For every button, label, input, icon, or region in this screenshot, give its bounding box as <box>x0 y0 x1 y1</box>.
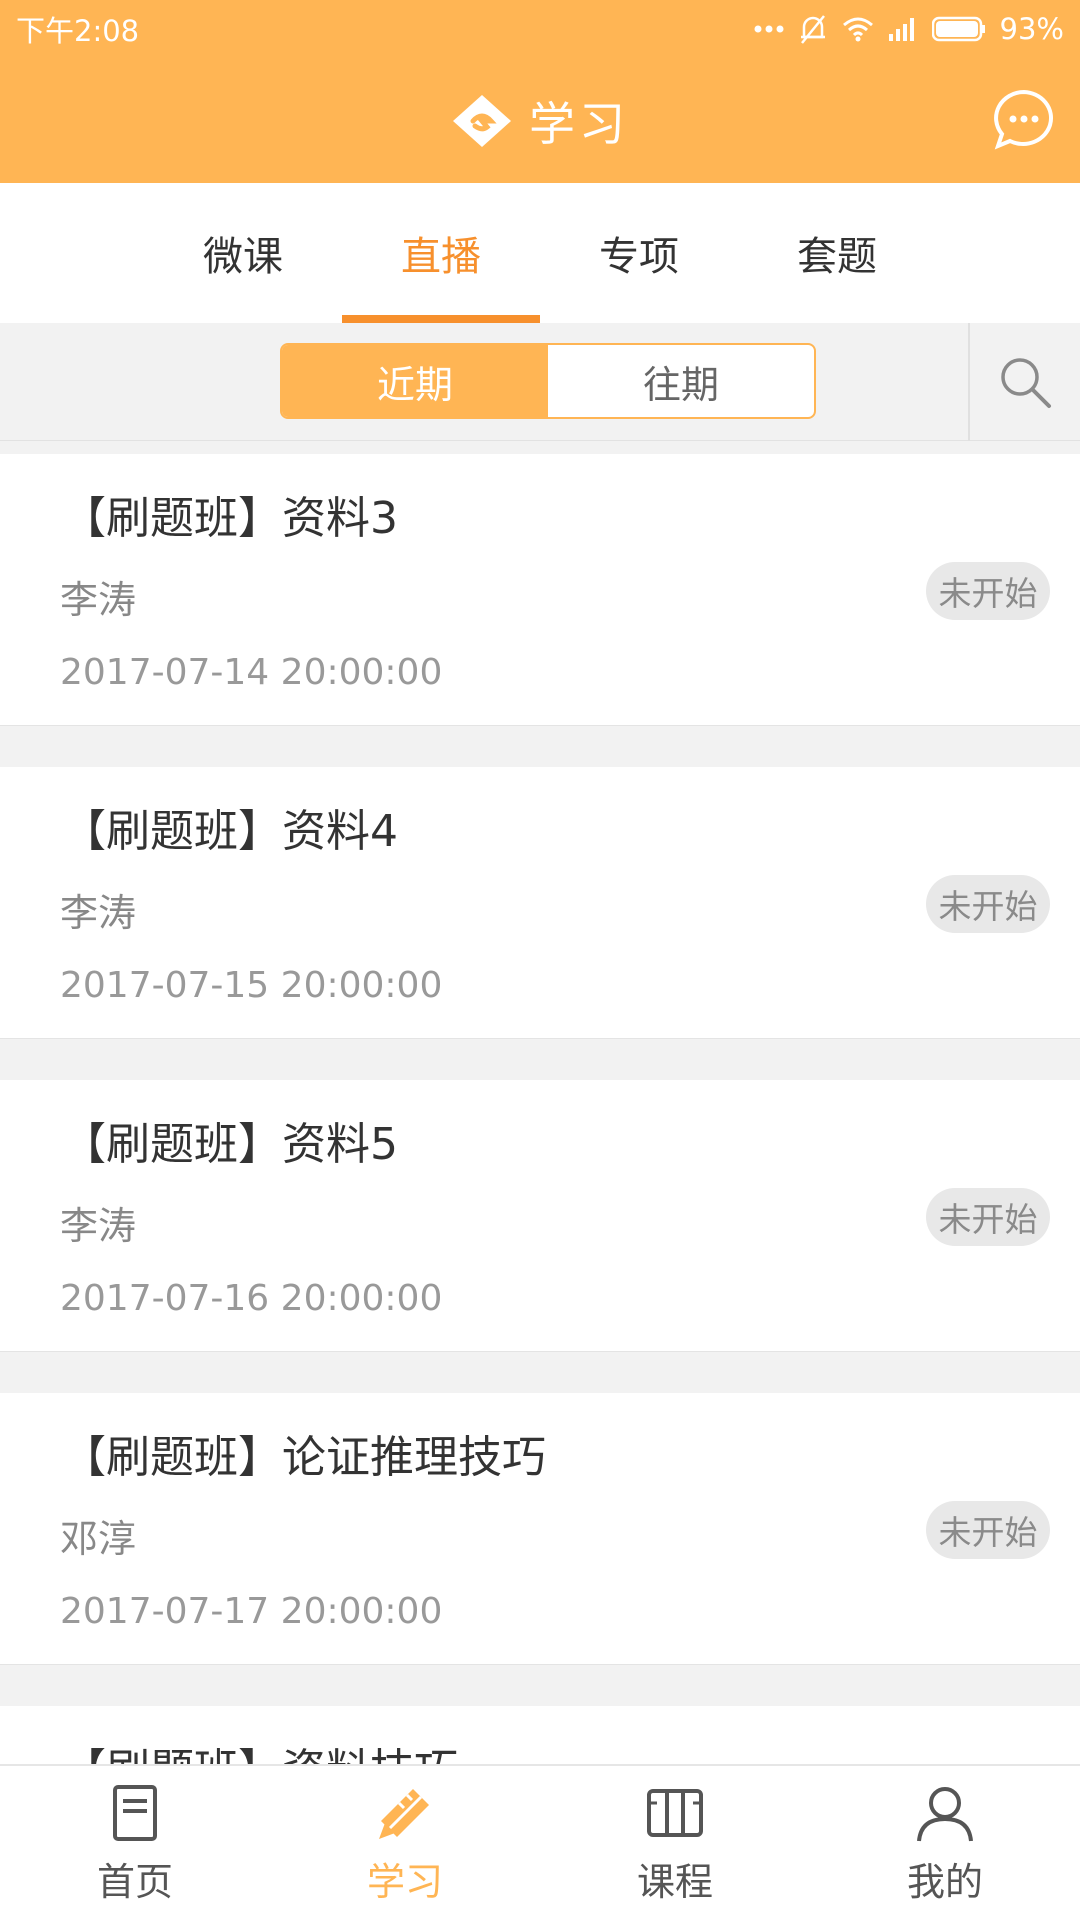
pencil-ruler-icon <box>379 1788 429 1839</box>
course-teacher: 李涛 <box>60 1204 137 1248</box>
course-time: 2017-07-16 20:00:00 <box>60 1278 443 1319</box>
book-icon <box>647 1788 703 1837</box>
search-icon <box>1001 358 1051 408</box>
wifi-icon <box>842 17 873 42</box>
bottom-nav: 首页 学习 课程 我的 <box>0 1764 1080 1920</box>
course-title: 【刷题班】资料技巧 <box>62 1734 458 1764</box>
filter-bar: 近期 往期 <box>0 323 1080 441</box>
nav-label: 课程 <box>636 1859 713 1904</box>
signal-icon <box>888 18 914 41</box>
course-time: 2017-07-17 20:00:00 <box>60 1591 443 1632</box>
status-time: 下午2:08 <box>16 14 140 48</box>
nav-study[interactable]: 学习 <box>270 1766 540 1920</box>
status-badge: 未开始 <box>926 562 1050 620</box>
course-teacher: 李涛 <box>60 578 137 622</box>
battery-percent: 93% <box>999 12 1064 46</box>
list-item[interactable]: 【刷题班】资料5 李涛 2017-07-16 20:00:00 未开始 <box>0 1080 1080 1352</box>
tab-zhibo[interactable]: 直播 <box>342 183 540 323</box>
header-title-text: 学习 <box>529 96 629 151</box>
period-segment: 近期 往期 <box>280 343 816 419</box>
document-icon <box>113 1784 157 1841</box>
tab-zhuanxiang[interactable]: 专项 <box>540 183 738 323</box>
list-item[interactable]: 【刷题班】论证推理技巧 邓淳 2017-07-17 20:00:00 未开始 <box>0 1393 1080 1665</box>
nav-home[interactable]: 首页 <box>0 1766 270 1920</box>
course-title: 【刷题班】资料3 <box>62 493 398 544</box>
status-bar: 下午2:08 93% <box>0 0 1080 58</box>
status-badge: 未开始 <box>926 1188 1050 1246</box>
course-time: 2017-07-15 20:00:00 <box>60 965 443 1006</box>
segment-past[interactable]: 往期 <box>548 345 814 417</box>
course-teacher: 邓淳 <box>60 1517 137 1561</box>
nav-label: 学习 <box>366 1859 443 1904</box>
nav-label: 首页 <box>96 1859 173 1904</box>
tab-taoti[interactable]: 套题 <box>738 183 936 323</box>
logo-icon <box>453 94 511 147</box>
segment-recent[interactable]: 近期 <box>282 345 548 417</box>
status-badge: 未开始 <box>926 875 1050 933</box>
nav-label: 我的 <box>906 1859 983 1904</box>
status-badge: 未开始 <box>926 1501 1050 1559</box>
search-button[interactable] <box>968 323 1080 441</box>
mute-bell-icon <box>800 15 825 44</box>
course-teacher: 李涛 <box>60 891 137 935</box>
user-icon <box>917 1786 973 1841</box>
chat-icon[interactable] <box>992 88 1056 152</box>
list-item[interactable]: 【刷题班】资料4 李涛 2017-07-15 20:00:00 未开始 <box>0 767 1080 1039</box>
category-tabs: 微课 直播 专项 套题 <box>0 183 1080 323</box>
app-header: 学习 <box>0 58 1080 183</box>
nav-course[interactable]: 课程 <box>540 1766 810 1920</box>
course-list: 【刷题班】资料3 李涛 2017-07-14 20:00:00 未开始 【刷题班… <box>0 454 1080 1764</box>
course-title: 【刷题班】论证推理技巧 <box>62 1432 546 1483</box>
course-title: 【刷题班】资料4 <box>62 806 398 857</box>
course-title: 【刷题班】资料5 <box>62 1119 398 1170</box>
course-time: 2017-07-14 20:00:00 <box>60 652 443 693</box>
status-icons: 93% <box>754 12 1064 46</box>
list-item[interactable]: 【刷题班】资料3 李涛 2017-07-14 20:00:00 未开始 <box>0 454 1080 726</box>
list-item[interactable]: 【刷题班】资料技巧 <box>0 1706 1080 1764</box>
tab-weike[interactable]: 微课 <box>144 183 342 323</box>
more-dots-icon <box>754 25 784 33</box>
nav-mine[interactable]: 我的 <box>810 1766 1080 1920</box>
battery-icon <box>931 16 985 42</box>
page-title: 学习 <box>451 88 629 154</box>
